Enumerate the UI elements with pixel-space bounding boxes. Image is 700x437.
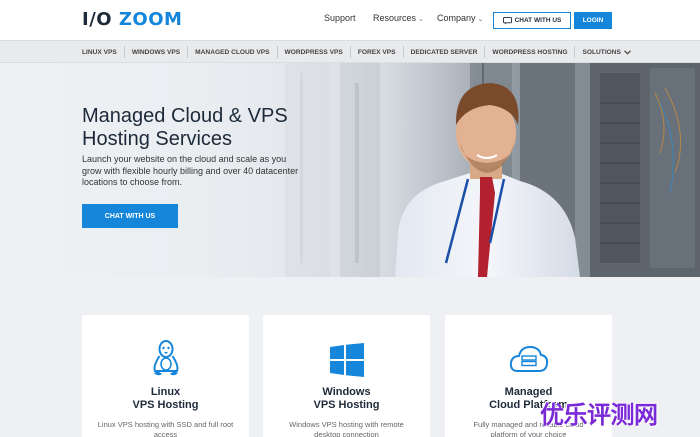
card-windows-vps[interactable]: Windows VPS Hosting Windows VPS hosting …	[263, 315, 430, 437]
hero-description: Launch your website on the cloud and sca…	[82, 154, 299, 187]
subnav-item-windows-vps[interactable]: WINDOWS VPS	[125, 46, 189, 58]
nav-resources[interactable]: Resources ⌄	[373, 13, 424, 23]
hero-title: Managed Cloud & VPS Hosting Services	[82, 105, 288, 150]
hero-chat-with-us-button[interactable]: CHAT WITH US	[82, 204, 178, 228]
watermark-text: 优乐评测网	[540, 401, 658, 429]
card-title-line2: VPS Hosting	[132, 399, 199, 411]
card-description: Windows VPS hosting with remote desktop …	[289, 420, 404, 437]
chat-bubble-icon	[502, 16, 512, 25]
login-button[interactable]: LOGIN	[574, 12, 612, 29]
subnav-item-dedicated-server[interactable]: DEDICATED SERVER	[404, 46, 486, 58]
nav-company-label: Company	[437, 13, 476, 23]
subnav-item-wordpress-vps[interactable]: WORDPRESS VPS	[278, 46, 351, 58]
subnav-item-forex-vps[interactable]: FOREX VPS	[351, 46, 404, 58]
chevron-down-icon	[624, 49, 631, 55]
header: I/O ZOOM Support Resources ⌄ Company ⌄ CHA…	[0, 0, 700, 40]
card-title: Linux VPS Hosting	[82, 386, 249, 412]
nav-resources-label: Resources	[373, 13, 417, 23]
card-title-line1: Linux	[150, 386, 181, 398]
subnav-item-managed-cloud-vps[interactable]: MANAGED CLOUD VPS	[188, 46, 278, 58]
logo-zoom: ZOOM	[118, 9, 183, 30]
card-title-line2: VPS Hosting	[313, 399, 380, 411]
hero-chat-label: CHAT WITH US	[104, 212, 156, 220]
subnav-item-wordpress-hosting[interactable]: WORDPRESS HOSTING	[485, 46, 576, 58]
product-nav: LINUX VPS WINDOWS VPS MANAGED CLOUD VPS …	[0, 40, 700, 63]
subnav-item-solutions[interactable]: SOLUTIONS	[575, 46, 637, 58]
card-title: Windows VPS Hosting	[263, 386, 430, 412]
page: I/O ZOOM Support Resources ⌄ Company ⌄ CHA…	[0, 0, 700, 437]
chat-with-us-label: CHAT WITH US	[514, 17, 562, 24]
subnav-item-linux-vps[interactable]: LINUX VPS	[82, 46, 125, 58]
nav-support-label: Support	[324, 13, 356, 23]
hero-banner: Managed Cloud & VPS Hosting Services Lau…	[0, 63, 700, 277]
subnav-solutions-label: SOLUTIONS	[582, 48, 621, 56]
card-description: Linux VPS hosting with SSD and full root…	[97, 420, 234, 437]
logo[interactable]: I/O ZOOM	[82, 9, 182, 30]
nav-company[interactable]: Company ⌄	[437, 13, 483, 23]
cloud-server-icon	[445, 343, 612, 375]
windows-logo-icon	[263, 343, 430, 377]
nav-support[interactable]: Support	[324, 13, 356, 23]
chevron-down-icon: ⌄	[477, 16, 484, 23]
chat-with-us-button[interactable]: CHAT WITH US	[493, 12, 571, 29]
logo-io: I/O	[82, 9, 113, 30]
login-label: LOGIN	[582, 17, 604, 24]
card-linux-vps[interactable]: Linux VPS Hosting Linux VPS hosting with…	[82, 315, 249, 437]
card-title-line1: Windows	[322, 386, 371, 398]
linux-penguin-icon	[82, 340, 249, 378]
chevron-down-icon: ⌄	[418, 16, 424, 23]
